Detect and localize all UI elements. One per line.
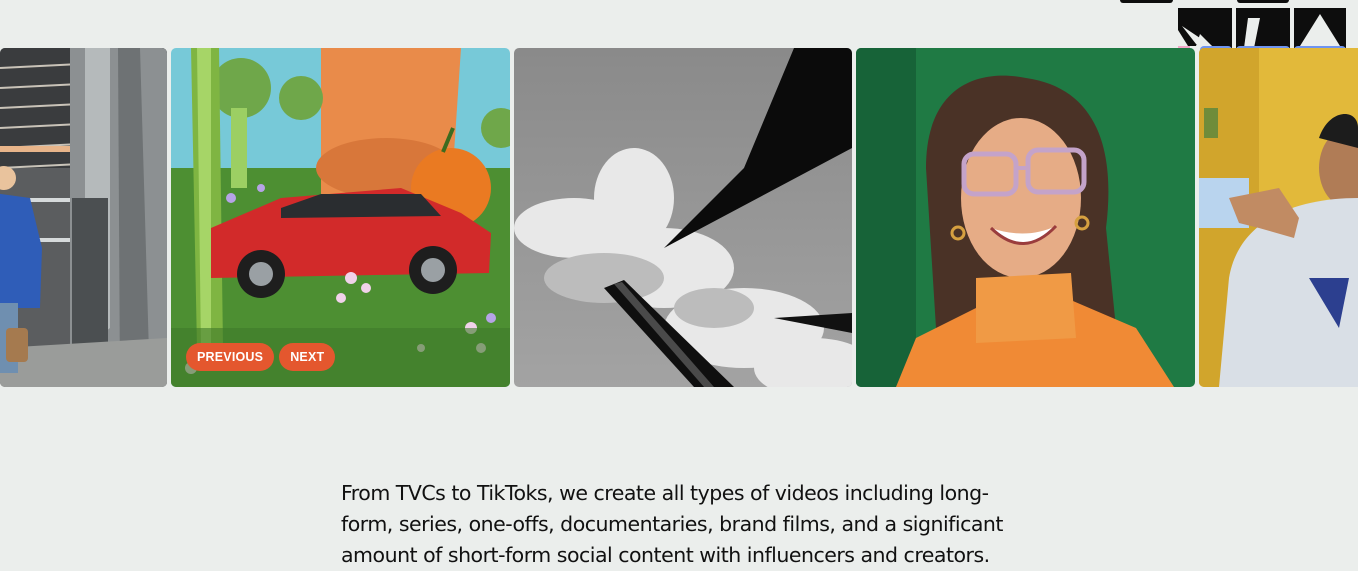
office-scene-image	[1199, 48, 1358, 387]
next-button[interactable]: NEXT	[279, 343, 336, 371]
carousel-controls: PREVIOUS NEXT	[186, 343, 336, 371]
portrait-scene-image	[856, 48, 1195, 387]
carousel-slide-office[interactable]	[1199, 48, 1358, 387]
carousel-slide-portrait[interactable]	[856, 48, 1195, 387]
carousel-slide-wings[interactable]	[514, 48, 852, 387]
carousel-slide-car[interactable]	[171, 48, 510, 387]
previous-button[interactable]: PREVIOUS	[186, 343, 275, 371]
carousel-slide-escalator[interactable]	[0, 48, 167, 387]
escalator-scene-image	[0, 48, 167, 387]
intro-paragraph: From TVCs to TikToks, we create all type…	[341, 481, 1003, 567]
car-scene-image	[171, 48, 510, 387]
wings-scene-image	[514, 48, 852, 387]
video-carousel[interactable]	[0, 48, 1358, 387]
